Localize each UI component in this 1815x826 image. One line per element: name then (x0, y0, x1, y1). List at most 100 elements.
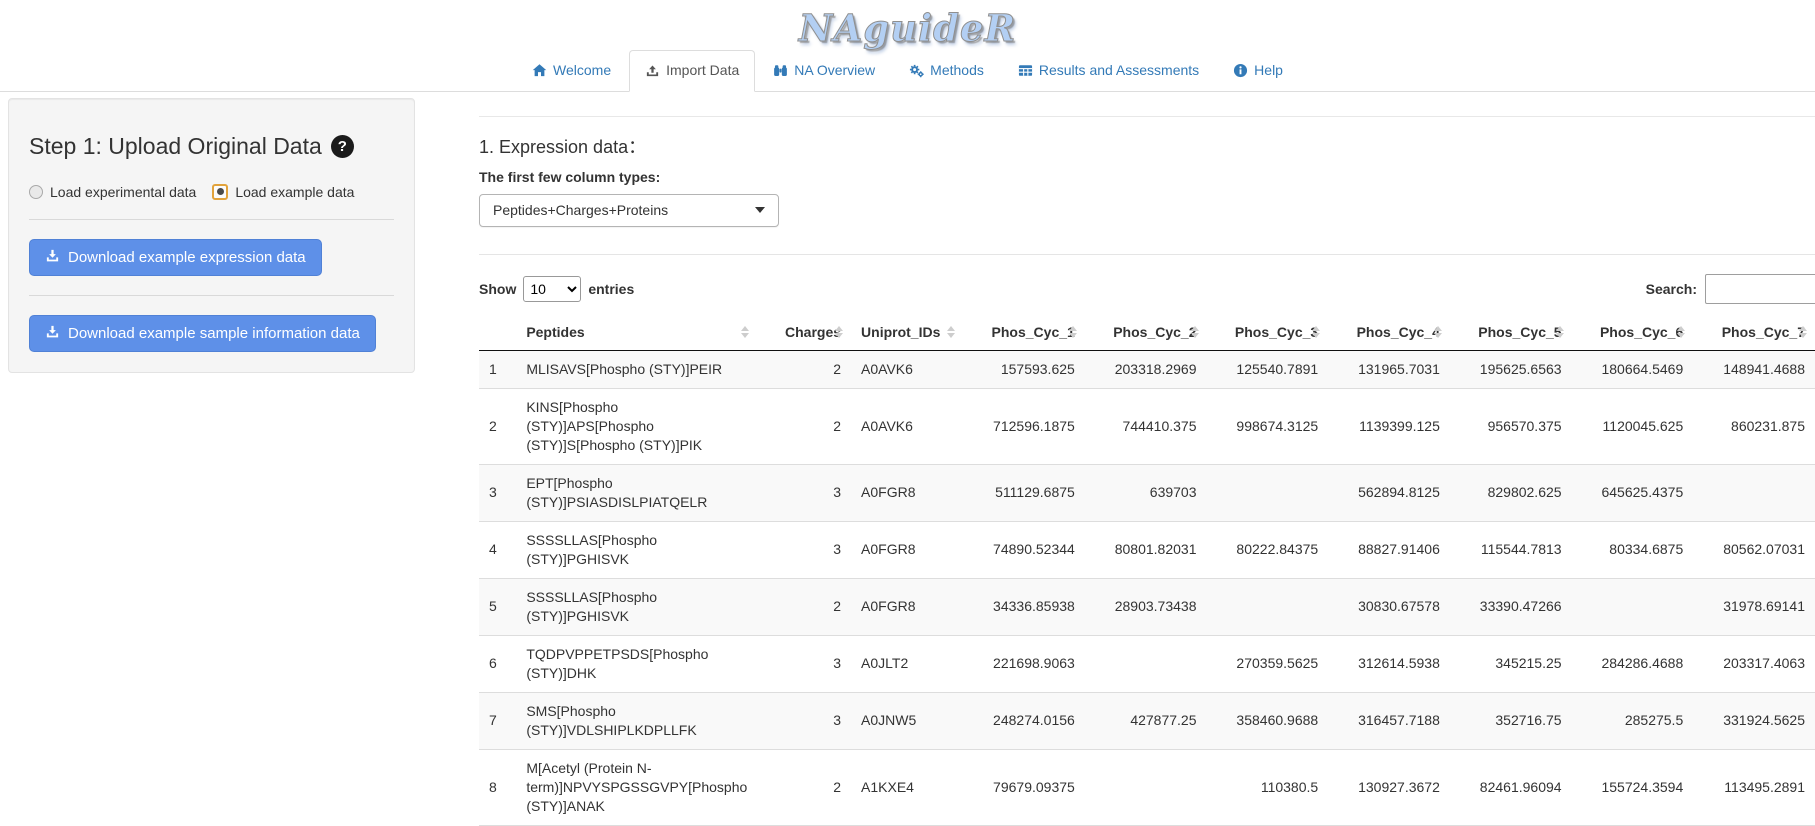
value-cell: 511129.6875 (963, 464, 1085, 521)
column-header-peptides[interactable]: Peptides (516, 314, 757, 351)
search-input[interactable] (1705, 274, 1815, 304)
value-cell: 712596.1875 (963, 388, 1085, 464)
tab-help[interactable]: Help (1217, 50, 1299, 92)
download-expression-data-button[interactable]: Download example expression data (29, 239, 322, 276)
tab-welcome[interactable]: Welcome (516, 50, 627, 92)
column-header-label: Phos_Cyc_6 (1600, 324, 1683, 340)
table-row: 5SSSSLLAS[Phospho (STY)]PGHISVK2A0FGR834… (479, 578, 1815, 635)
column-header-phos_cyc_5[interactable]: Phos_Cyc_5 (1450, 314, 1572, 351)
entries-select[interactable]: 10 (523, 276, 581, 302)
column-header-charges[interactable]: Charges (757, 314, 851, 351)
value-cell: 113495.2891 (1693, 749, 1815, 825)
column-header-phos_cyc_1[interactable]: Phos_Cyc_1 (963, 314, 1085, 351)
column-header-rownum (479, 314, 516, 351)
radio-label: Load experimental data (50, 184, 196, 200)
panel-title: Step 1: Upload Original Data ? (29, 133, 394, 160)
charge-cell: 2 (757, 749, 851, 825)
value-cell: 1120045.625 (1572, 388, 1694, 464)
table-icon (1018, 63, 1033, 78)
value-cell (1572, 578, 1694, 635)
value-cell: 203318.2969 (1085, 350, 1207, 388)
row-number: 5 (479, 578, 516, 635)
peptide-cell: TQDPVPPETPSDS[Phospho (STY)]DHK (516, 635, 757, 692)
data-source-radio-group: Load experimental data Load example data (29, 184, 394, 200)
radio-load-example-data[interactable]: Load example data (212, 184, 354, 200)
charge-cell: 2 (757, 350, 851, 388)
value-cell: 131965.7031 (1328, 350, 1450, 388)
column-header-label: Phos_Cyc_7 (1722, 324, 1805, 340)
peptide-cell: MLISAVS[Phospho (STY)]PEIR (516, 350, 757, 388)
value-cell: 88827.91406 (1328, 521, 1450, 578)
search-label: Search: (1646, 281, 1697, 297)
peptide-cell: KINS[Phospho (STY)]APS[Phospho (STY)]S[P… (516, 388, 757, 464)
charge-cell: 3 (757, 692, 851, 749)
value-cell: 80562.07031 (1693, 521, 1815, 578)
column-header-phos_cyc_2[interactable]: Phos_Cyc_2 (1085, 314, 1207, 351)
column-header-phos_cyc_3[interactable]: Phos_Cyc_3 (1207, 314, 1329, 351)
value-cell: 221698.9063 (963, 635, 1085, 692)
uniprot-cell: A0FGR8 (851, 578, 963, 635)
value-cell: 562894.8125 (1328, 464, 1450, 521)
value-cell: 130927.3672 (1328, 749, 1450, 825)
question-circle-icon[interactable]: ? (331, 135, 354, 158)
row-number: 7 (479, 692, 516, 749)
column-header-label: Peptides (526, 324, 584, 340)
column-header-phos_cyc_7[interactable]: Phos_Cyc_7 (1693, 314, 1815, 351)
value-cell: 248274.0156 (963, 692, 1085, 749)
sort-icon (1434, 326, 1442, 338)
sort-icon (1677, 326, 1685, 338)
tab-results-and-assessments[interactable]: Results and Assessments (1002, 50, 1215, 92)
tab-label: NA Overview (794, 61, 875, 81)
sort-icon (1312, 326, 1320, 338)
value-cell: 79679.09375 (963, 749, 1085, 825)
value-cell: 358460.9688 (1207, 692, 1329, 749)
tab-import-data[interactable]: Import Data (629, 50, 755, 92)
column-header-phos_cyc_6[interactable]: Phos_Cyc_6 (1572, 314, 1694, 351)
dropdown-value: Peptides+Charges+Proteins (493, 202, 668, 218)
value-cell: 285275.5 (1572, 692, 1694, 749)
tab-na-overview[interactable]: NA Overview (757, 50, 891, 92)
column-header-label: Phos_Cyc_4 (1357, 324, 1440, 340)
value-cell: 110380.5 (1207, 749, 1329, 825)
column-header-label: Phos_Cyc_3 (1235, 324, 1318, 340)
column-types-dropdown[interactable]: Peptides+Charges+Proteins (479, 194, 779, 227)
radio-label: Load example data (235, 184, 354, 200)
uniprot-cell: A1KXE4 (851, 749, 963, 825)
value-cell: 155724.3594 (1572, 749, 1694, 825)
value-cell: 345215.25 (1450, 635, 1572, 692)
radio-checked-icon (212, 184, 228, 200)
value-cell: 331924.5625 (1693, 692, 1815, 749)
sort-icon (741, 326, 749, 338)
row-number: 4 (479, 521, 516, 578)
page-content: Step 1: Upload Original Data ? Load expe… (0, 92, 1815, 826)
table-row: 8M[Acetyl (Protein N-term)]NPVYSPGSSGVPY… (479, 749, 1815, 825)
row-number: 6 (479, 635, 516, 692)
column-types-label: The first few column types: (479, 169, 1815, 185)
value-cell (1085, 635, 1207, 692)
uniprot-cell: A0FGR8 (851, 521, 963, 578)
row-number: 1 (479, 350, 516, 388)
table-row: 2KINS[Phospho (STY)]APS[Phospho (STY)]S[… (479, 388, 1815, 464)
page-length-control: Show 10 entries (479, 276, 634, 302)
value-cell (1693, 464, 1815, 521)
column-header-uniprot_ids[interactable]: Uniprot_IDs (851, 314, 963, 351)
row-number: 2 (479, 388, 516, 464)
value-cell: 28903.73438 (1085, 578, 1207, 635)
sort-icon (1191, 326, 1199, 338)
value-cell: 33390.47266 (1450, 578, 1572, 635)
value-cell: 956570.375 (1450, 388, 1572, 464)
value-cell: 80222.84375 (1207, 521, 1329, 578)
sort-icon (835, 326, 843, 338)
value-cell (1207, 464, 1329, 521)
charge-cell: 3 (757, 464, 851, 521)
value-cell: 31978.69141 (1693, 578, 1815, 635)
caret-down-icon (755, 207, 765, 213)
upload-panel: Step 1: Upload Original Data ? Load expe… (8, 98, 415, 373)
uniprot-cell: A0FGR8 (851, 464, 963, 521)
peptide-cell: EPT[Phospho (STY)]PSIASDISLPIATQELR (516, 464, 757, 521)
tab-methods[interactable]: Methods (893, 50, 1000, 92)
panel-title-text: Step 1: Upload Original Data (29, 133, 322, 160)
column-header-phos_cyc_4[interactable]: Phos_Cyc_4 (1328, 314, 1450, 351)
radio-load-experimental-data[interactable]: Load experimental data (29, 184, 196, 200)
download-sample-info-button[interactable]: Download example sample information data (29, 315, 376, 352)
